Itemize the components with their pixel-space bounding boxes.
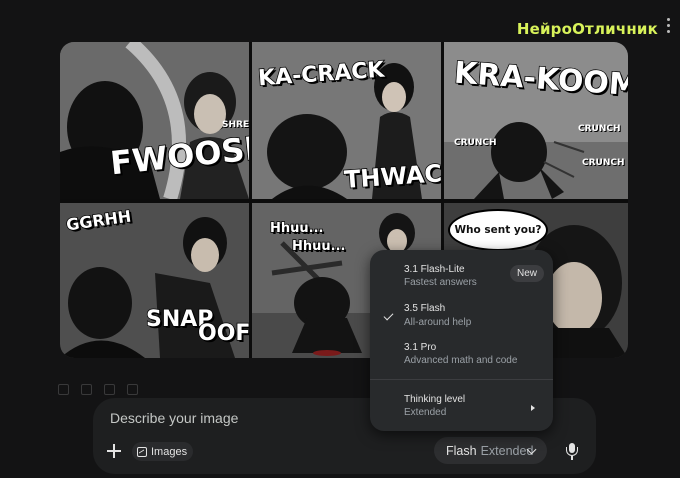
comic-panel-2: KA-CRACK THWACK <box>252 42 441 199</box>
speech-bubble-who-sent-you: Who sent you? <box>448 209 548 251</box>
comic-panel-3: KRA-KOOM CRUNCH CRUNCH CRUNCH <box>444 42 628 199</box>
model-mode: Extended <box>480 443 534 458</box>
prompt-input[interactable]: Describe your image <box>110 410 238 426</box>
menu-item-title: Thinking level <box>404 394 466 405</box>
menu-item-subtitle: All-around help <box>404 317 472 328</box>
model-label: Flash <box>446 443 477 458</box>
image-icon <box>137 446 147 457</box>
model-selector-button[interactable]: Flash Extended <box>434 437 547 464</box>
sfx-shrek: SHREK <box>222 120 249 130</box>
menu-item-subtitle: Advanced math and code <box>404 355 518 366</box>
comic-panel-4: GGRHH SNAP OOF <box>60 203 249 358</box>
comic-panel-1: FWOOSH SHREK <box>60 42 249 199</box>
kebab-menu-icon[interactable] <box>662 16 674 38</box>
menu-item-subtitle: Fastest answers <box>404 277 477 288</box>
menu-item-title: 3.1 Flash-Lite <box>404 264 465 275</box>
images-chip[interactable]: Images <box>132 442 194 461</box>
menu-item-flash-lite[interactable]: 3.1 Flash-Lite Fastest answers New <box>370 250 553 294</box>
sfx-crunch-2: CRUNCH <box>578 124 621 134</box>
chevron-right-icon <box>531 405 535 411</box>
new-badge: New <box>510 265 545 282</box>
plus-icon[interactable] <box>105 442 123 460</box>
sfx-crunch-3: CRUNCH <box>582 158 625 168</box>
sfx-oof: OOF <box>197 320 249 347</box>
images-chip-label: Images <box>151 445 188 458</box>
sfx-hhuu-1: Hhuu... <box>269 220 324 237</box>
menu-item-flash[interactable]: 3.5 Flash All-around help <box>370 296 553 336</box>
menu-item-title: 3.5 Flash <box>404 303 446 314</box>
image-action-icons <box>58 384 138 395</box>
menu-item-thinking-level[interactable]: Thinking level Extended <box>370 380 553 430</box>
sfx-hhuu-2: Hhuu... <box>291 238 346 255</box>
sfx-crunch-1: CRUNCH <box>454 138 497 148</box>
checkmark-icon <box>383 310 394 321</box>
watermark-logo: НейроОтличник <box>516 20 658 38</box>
model-menu: 3.1 Flash-Lite Fastest answers New 3.5 F… <box>370 250 553 431</box>
menu-item-title: 3.1 Pro <box>404 342 437 353</box>
menu-item-subtitle: Extended <box>404 407 447 418</box>
menu-item-pro[interactable]: 3.1 Pro Advanced math and code <box>370 336 553 376</box>
mic-icon[interactable] <box>565 443 579 460</box>
